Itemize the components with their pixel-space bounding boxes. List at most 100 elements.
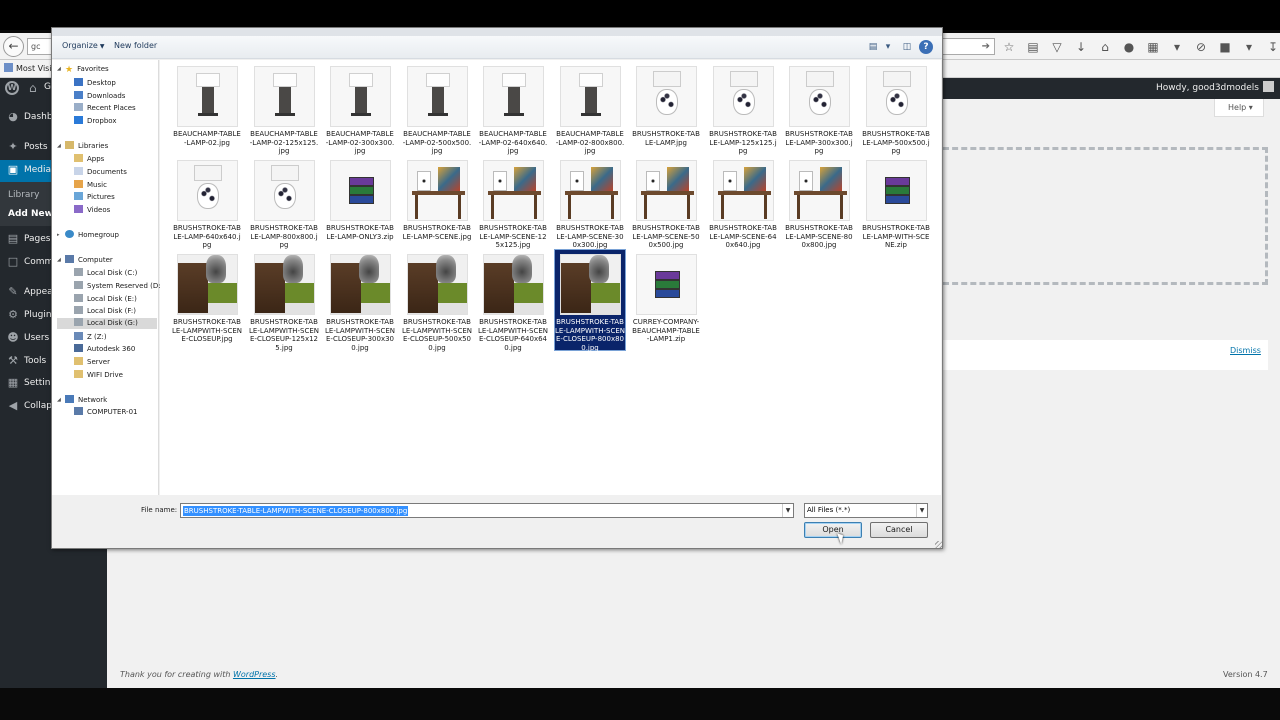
clipboard-icon[interactable]: ▤ bbox=[1024, 38, 1042, 56]
file-item[interactable]: BRUSHSTROKE-TABLE-LAMP-640x640.jpg bbox=[172, 156, 242, 256]
file-item[interactable]: BEAUCHAMP-TABLE-LAMP-02-800x800.jpg bbox=[555, 62, 625, 162]
pocket-icon[interactable]: ▽ bbox=[1048, 38, 1066, 56]
file-item[interactable]: BRUSHSTROKE-TABLE-LAMP-SCENE-640x640.jpg bbox=[708, 156, 778, 256]
star-icon[interactable]: ☆ bbox=[1000, 38, 1018, 56]
file-item[interactable]: BEAUCHAMP-TABLE-LAMP-02-125x125.jpg bbox=[249, 62, 319, 162]
file-item[interactable]: BRUSHSTROKE-TABLE-LAMP-SCENE-800x800.jpg bbox=[784, 156, 854, 256]
dismiss-link[interactable]: Dismiss bbox=[1230, 346, 1261, 355]
nav-disk-c[interactable]: Local Disk (C:) bbox=[74, 268, 137, 277]
file-item[interactable]: BRUSHSTROKE-TABLE-LAMP-300x300.jpg bbox=[784, 62, 854, 162]
nav-disk-f[interactable]: Local Disk (F:) bbox=[74, 306, 136, 315]
nav-disk-e[interactable]: Local Disk (E:) bbox=[74, 294, 137, 303]
scene-table-leg bbox=[797, 195, 800, 219]
download-arrow-icon[interactable]: ↧ bbox=[1264, 38, 1280, 56]
block-icon[interactable]: ⊘ bbox=[1192, 38, 1210, 56]
nav-network[interactable]: ◢ Network bbox=[57, 395, 107, 404]
addon-icon[interactable]: ● bbox=[1120, 38, 1138, 56]
help-icon[interactable]: ? bbox=[919, 40, 933, 54]
dialog-titlebar[interactable] bbox=[52, 28, 942, 36]
cancel-button[interactable]: Cancel bbox=[870, 522, 928, 538]
nav-homegroup[interactable]: ▸ Homegroup bbox=[57, 230, 119, 239]
screenshot-icon[interactable]: ■ bbox=[1216, 38, 1234, 56]
view-icon[interactable]: ▤ bbox=[866, 40, 880, 54]
nav-downloads[interactable]: Downloads bbox=[74, 91, 125, 100]
file-item[interactable]: BEAUCHAMP-TABLE-LAMP-02-500x500.jpg bbox=[402, 62, 472, 162]
file-item[interactable]: BRUSHSTROKE-TABLE-LAMPWITH-SCENE-CLOSEUP… bbox=[249, 250, 319, 352]
file-thumbnail bbox=[254, 254, 315, 315]
wordpress-logo-icon[interactable]: W bbox=[5, 81, 19, 95]
nav-desktop[interactable]: Desktop bbox=[74, 78, 116, 87]
file-item[interactable]: BEAUCHAMP-TABLE-LAMP-02-300x300.jpg bbox=[325, 62, 395, 162]
nav-system-reserved[interactable]: System Reserved (D:) bbox=[74, 281, 163, 290]
videos-icon bbox=[74, 205, 83, 213]
home-icon[interactable]: ⌂ bbox=[29, 81, 37, 95]
file-name-input[interactable]: BRUSHSTROKE-TABLE-LAMPWITH-SCENE-CLOSEUP… bbox=[180, 503, 794, 518]
star-icon: ★ bbox=[65, 65, 74, 75]
nav-dropbox[interactable]: Dropbox bbox=[74, 116, 117, 125]
nav-computer01[interactable]: COMPUTER-01 bbox=[74, 407, 138, 416]
file-item[interactable]: BRUSHSTROKE-TABLE-LAMPWITH-SCENE-CLOSEUP… bbox=[402, 250, 472, 352]
chevron-down-icon[interactable]: ▾ bbox=[881, 40, 895, 54]
site-name[interactable]: G bbox=[44, 82, 51, 92]
file-item[interactable]: BRUSHSTROKE-TABLE-LAMP-SCENE.jpg bbox=[402, 156, 472, 256]
file-item[interactable]: BRUSHSTROKE-TABLE-LAMP-500x500.jpg bbox=[861, 62, 931, 162]
nav-videos[interactable]: Videos bbox=[74, 205, 110, 214]
sidebar-label: Pages bbox=[24, 234, 51, 244]
file-type-select[interactable]: All Files (*.*) ▼ bbox=[804, 503, 928, 518]
nav-z-drive[interactable]: Z (Z:) bbox=[74, 332, 107, 341]
nav-music[interactable]: Music bbox=[74, 180, 107, 189]
url-go-button[interactable]: ➔ bbox=[942, 38, 995, 55]
archive-icon bbox=[349, 177, 374, 205]
file-item[interactable]: BRUSHSTROKE-TABLE-LAMP.jpg bbox=[631, 62, 701, 162]
file-item[interactable]: BRUSHSTROKE-TABLE-LAMP-SCENE-125x125.jpg bbox=[478, 156, 548, 256]
organize-button[interactable]: Organize ▼ bbox=[62, 41, 104, 50]
scene-table-leg bbox=[687, 195, 690, 219]
download-icon[interactable]: ↓ bbox=[1072, 38, 1090, 56]
nav-recent-places[interactable]: Recent Places bbox=[74, 103, 136, 112]
file-item[interactable]: BRUSHSTROKE-TABLE-LAMP-SCENE-500x500.jpg bbox=[631, 156, 701, 256]
nav-pictures[interactable]: Pictures bbox=[74, 192, 115, 201]
url-bar-left[interactable]: gc bbox=[27, 38, 53, 55]
resize-grip[interactable] bbox=[935, 541, 942, 548]
user-greeting[interactable]: Howdy, good3dmodels bbox=[1156, 80, 1274, 97]
file-item[interactable]: BRUSHSTROKE-TABLE-LAMP-800x800.jpg bbox=[249, 156, 319, 256]
nav-favorites[interactable]: ◢ ★ Favorites bbox=[57, 65, 109, 75]
file-thumbnail bbox=[713, 160, 774, 221]
file-item[interactable]: BRUSHSTROKE-TABLE-LAMP-125x125.jpg bbox=[708, 62, 778, 162]
scene-lamp bbox=[417, 171, 431, 191]
submenu-library[interactable]: Library bbox=[8, 190, 39, 200]
file-item[interactable]: BRUSHSTROKE-TABLE-LAMPWITH-SCENE-CLOSEUP… bbox=[478, 250, 548, 352]
file-item[interactable]: BEAUCHAMP-TABLE-LAMP-02-640x640.jpg bbox=[478, 62, 548, 162]
submenu-add-new[interactable]: Add New bbox=[8, 209, 53, 219]
file-item[interactable]: BRUSHSTROKE-TABLE-LAMP-ONLY3.zip bbox=[325, 156, 395, 256]
chevron-down-icon[interactable]: ▾ bbox=[1168, 38, 1186, 56]
extension-icon[interactable]: ▦ bbox=[1144, 38, 1162, 56]
nav-documents[interactable]: Documents bbox=[74, 167, 127, 176]
nav-server[interactable]: Server bbox=[74, 357, 110, 366]
open-button[interactable]: Open bbox=[804, 522, 862, 538]
file-item[interactable]: BRUSHSTROKE-TABLE-LAMPWITH-SCENE-CLOSEUP… bbox=[554, 249, 626, 352]
file-item[interactable]: CURREY-COMPANY-BEAUCHAMP-TABLE-LAMP1.zip bbox=[631, 250, 701, 350]
file-item[interactable]: BRUSHSTROKE-TABLE-LAMP-WITH-SCENE.zip bbox=[861, 156, 931, 256]
file-item[interactable]: BEAUCHAMP-TABLE-LAMP-02.jpg bbox=[172, 62, 242, 162]
scene-table-leg bbox=[491, 195, 494, 219]
chevron-down-icon[interactable]: ▼ bbox=[782, 504, 793, 517]
new-folder-button[interactable]: New folder bbox=[114, 41, 157, 50]
nav-disk-g[interactable]: Local Disk (G:) bbox=[57, 318, 157, 329]
nav-apps[interactable]: Apps bbox=[74, 154, 104, 163]
upload-drop-zone[interactable] bbox=[943, 147, 1268, 285]
home-icon[interactable]: ⌂ bbox=[1096, 38, 1114, 56]
back-button[interactable]: ← bbox=[3, 36, 24, 57]
file-item[interactable]: BRUSHSTROKE-TABLE-LAMP-SCENE-300x300.jpg bbox=[555, 156, 625, 256]
chevron-down-icon[interactable]: ▼ bbox=[916, 504, 927, 517]
nav-wifi[interactable]: WIFI Drive bbox=[74, 370, 123, 379]
file-item[interactable]: BRUSHSTROKE-TABLE-LAMPWITH-SCENE-CLOSEUP… bbox=[172, 250, 242, 350]
preview-pane-icon[interactable]: ◫ bbox=[900, 40, 914, 54]
file-item[interactable]: BRUSHSTROKE-TABLE-LAMPWITH-SCENE-CLOSEUP… bbox=[325, 250, 395, 352]
chevron-down-icon[interactable]: ▾ bbox=[1240, 38, 1258, 56]
nav-libraries[interactable]: ◢ Libraries bbox=[57, 141, 108, 150]
nav-computer[interactable]: ◢ Computer bbox=[57, 255, 113, 264]
nav-autodesk[interactable]: Autodesk 360 bbox=[74, 344, 135, 353]
wordpress-link[interactable]: WordPress bbox=[233, 670, 276, 679]
help-tab[interactable]: Help ▾ bbox=[1214, 99, 1264, 117]
